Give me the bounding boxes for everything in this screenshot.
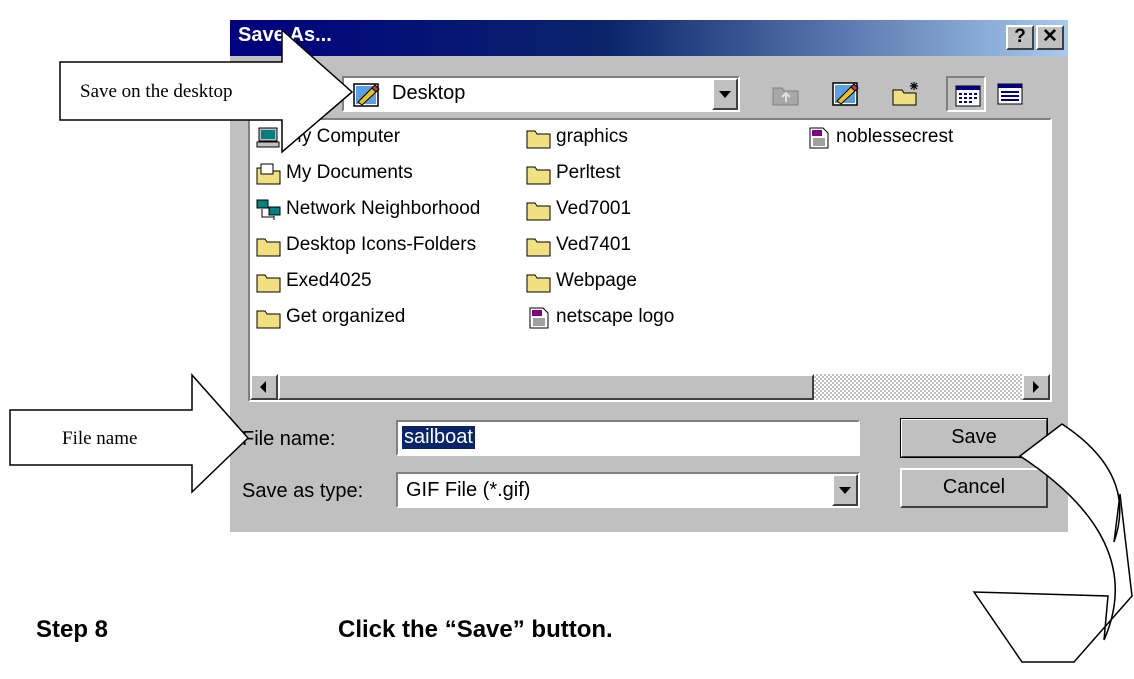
callout-file-name-text: File name <box>62 428 138 449</box>
step-number: Step 8 <box>36 616 109 643</box>
step-instruction: Click the “Save” button. <box>338 616 613 643</box>
callout-desktop-text: Save on the desktop <box>80 81 233 102</box>
curved-arrow-to-save <box>972 423 1133 663</box>
